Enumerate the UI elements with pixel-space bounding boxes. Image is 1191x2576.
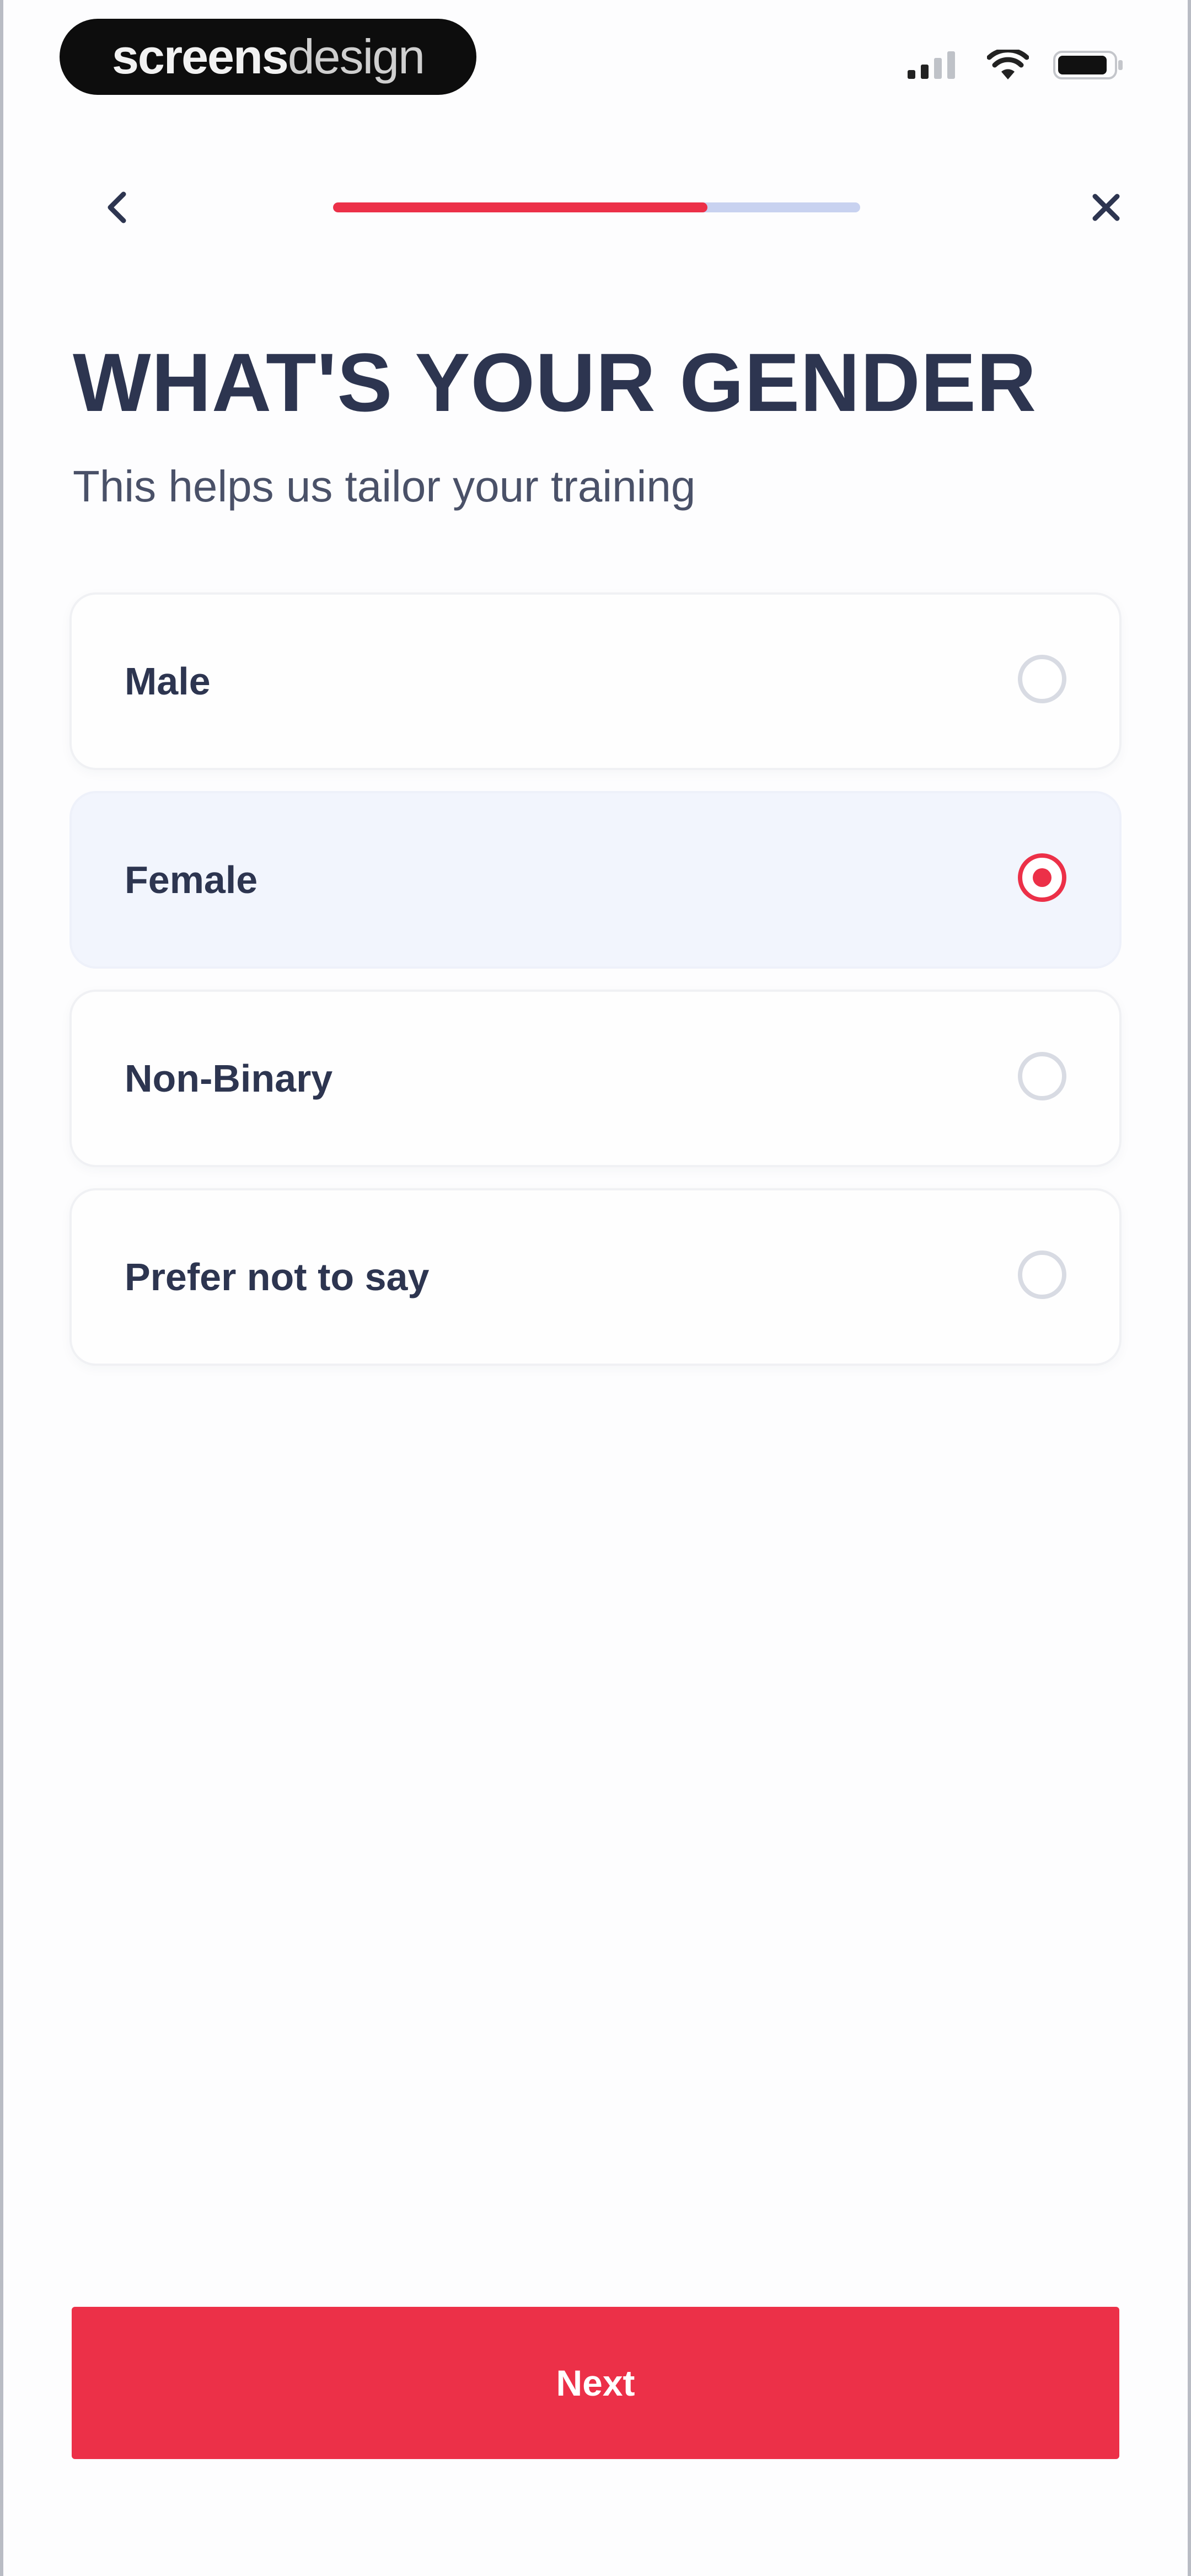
option-label: Female [125,858,258,901]
signal-icon [908,51,963,82]
chevron-left-icon [108,191,126,223]
radio-button[interactable] [1018,853,1066,902]
page-title: WHAT'S YOUR GENDER [73,336,1037,429]
option-non-binary[interactable]: Non-Binary [72,992,1119,1165]
option-label: Prefer not to say [125,1255,430,1298]
brand-light-text: design [287,29,425,84]
option-label: Male [125,660,211,703]
wifi-icon [986,47,1029,83]
close-icon [1092,194,1120,221]
progress-fill [333,202,707,212]
page-subtitle: This helps us tailor your training [73,462,696,511]
battery-icon [1053,50,1125,83]
option-female[interactable]: Female [72,793,1119,966]
gender-options: Male Female Non-Binary Prefer not to say [72,595,1119,1389]
brand-bold-text: screens [111,29,289,84]
option-label: Non-Binary [125,1057,333,1100]
frame-edge-left [0,0,3,2576]
frame-edge-right [1188,0,1191,2576]
status-icons [908,47,1125,83]
back-button[interactable] [97,185,137,229]
close-button[interactable] [1084,185,1128,229]
next-button[interactable]: Next [72,2307,1119,2459]
option-male[interactable]: Male [72,595,1119,768]
radio-button[interactable] [1018,1052,1066,1100]
option-prefer-not-to-say[interactable]: Prefer not to say [72,1190,1119,1364]
radio-button[interactable] [1018,655,1066,703]
progress-bar [333,202,860,212]
radio-button[interactable] [1018,1250,1066,1299]
brand-badge: screens design [60,19,476,95]
